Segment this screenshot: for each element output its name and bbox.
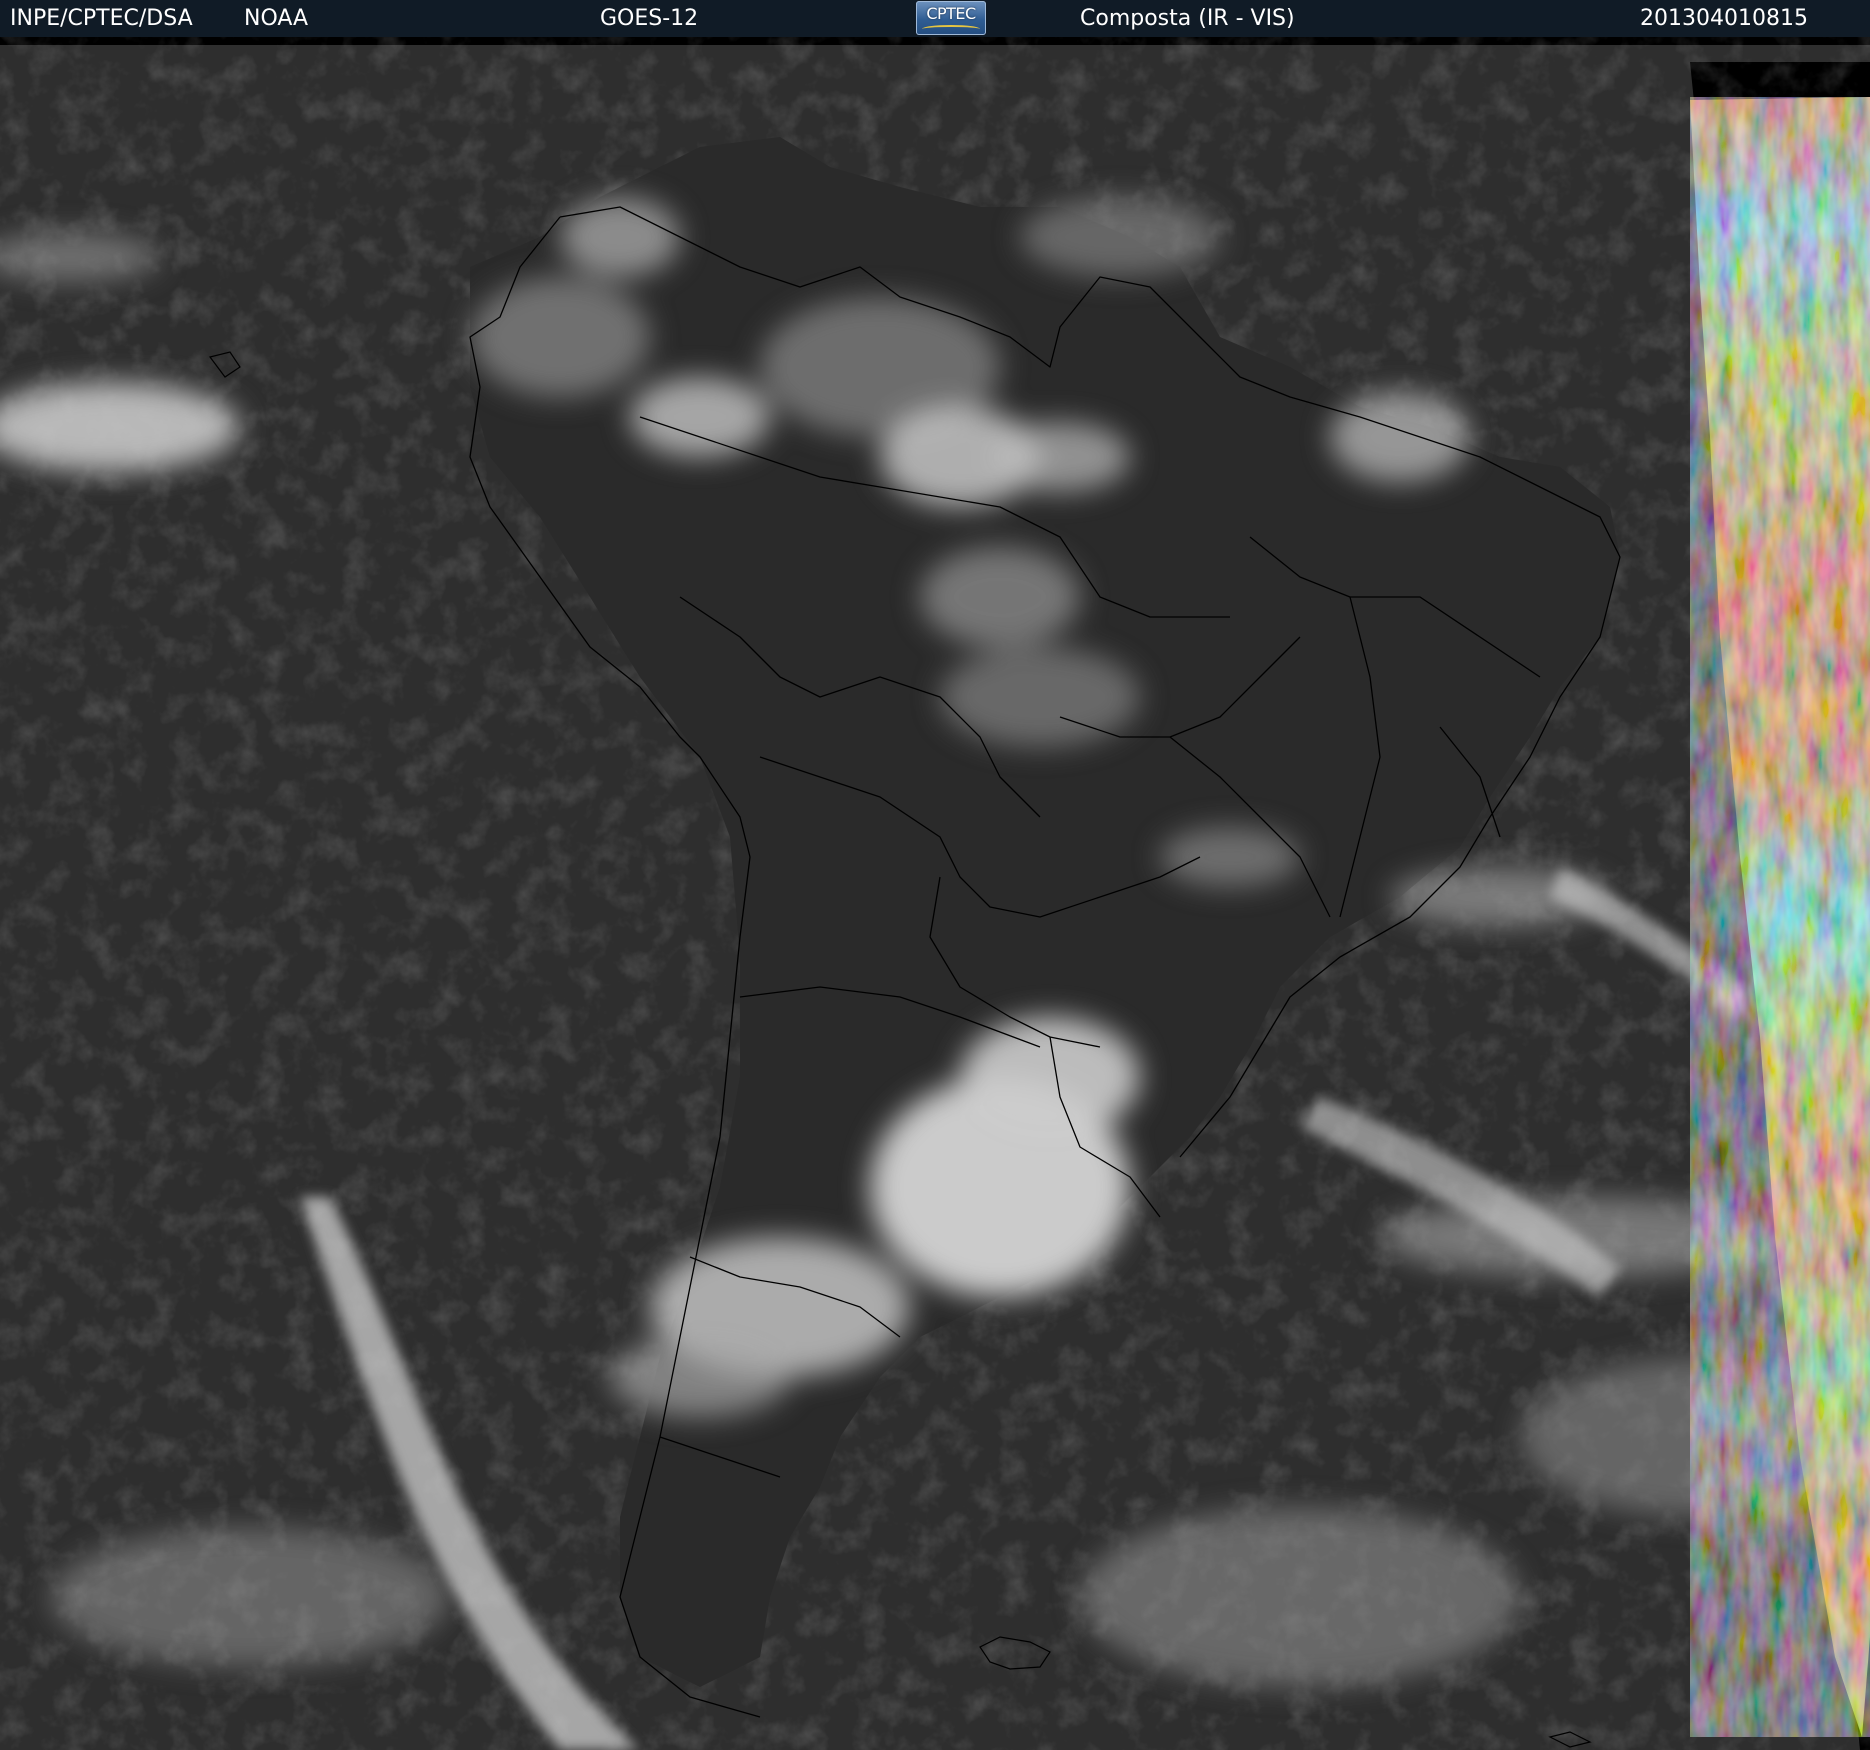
timestamp-label: 201304010815 — [1640, 6, 1808, 31]
logo-swoosh-icon — [922, 25, 980, 33]
agency-label: NOAA — [244, 6, 309, 31]
header-bar: INPE/CPTEC/DSA NOAA GOES-12 CPTEC Compos… — [0, 0, 1870, 37]
organization-label: INPE/CPTEC/DSA — [10, 6, 193, 31]
cptec-logo: CPTEC — [916, 1, 986, 35]
satellite-image-page: INPE/CPTEC/DSA NOAA GOES-12 CPTEC Compos… — [0, 0, 1870, 1750]
product-label: Composta (IR - VIS) — [1080, 6, 1295, 31]
satellite-label: GOES-12 — [600, 6, 699, 31]
logo-text: CPTEC — [926, 4, 976, 23]
satellite-imagery-svg — [0, 37, 1870, 1750]
satellite-image — [0, 37, 1870, 1750]
